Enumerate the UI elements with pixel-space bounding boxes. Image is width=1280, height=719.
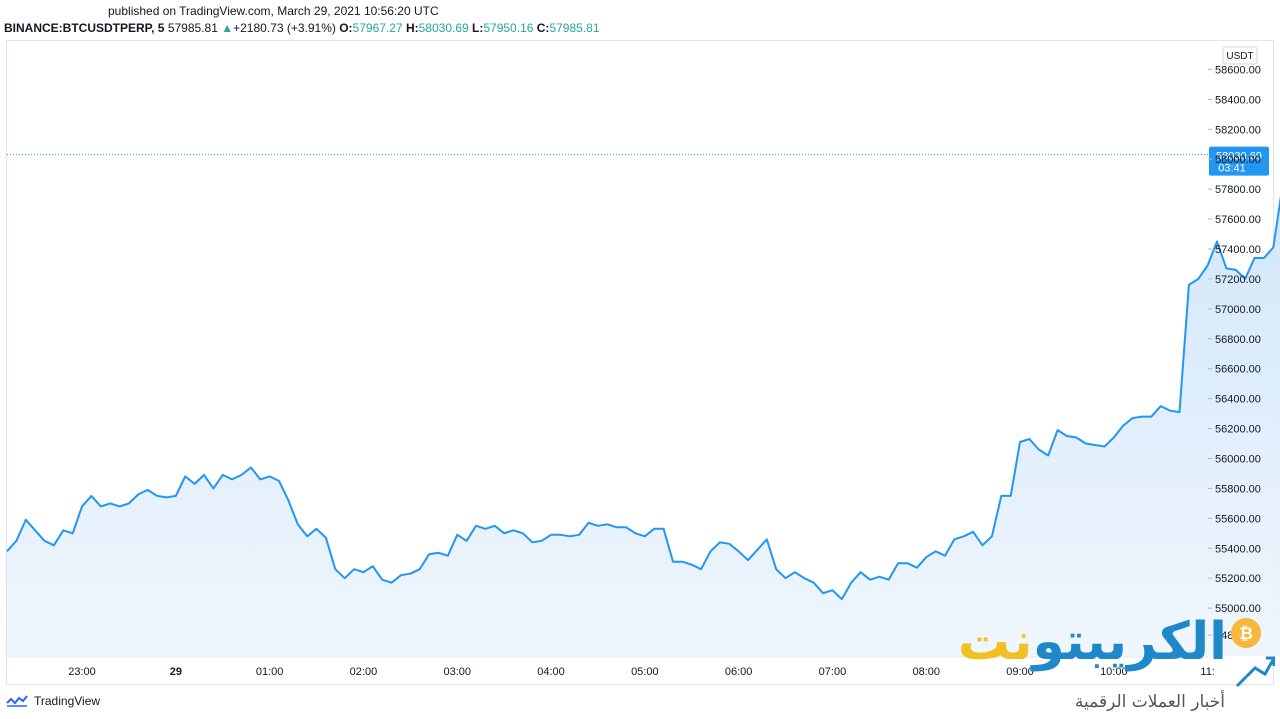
y-tick-label: 57600.00 (1215, 214, 1261, 226)
x-tick-label: 23:00 (68, 666, 96, 678)
y-tick-label: 56200.00 (1215, 424, 1261, 436)
y-tick-label: 55400.00 (1215, 543, 1261, 555)
watermark-logo: الكريبتونت ₿ أخبار العملات الرقمية (935, 612, 1275, 718)
brand-name: TradingView (34, 694, 101, 708)
y-tick-label: 55600.00 (1215, 513, 1261, 525)
trend-arrow-icon (1235, 656, 1275, 688)
y-tick-label: 58000.00 (1215, 154, 1261, 166)
y-tick-label: 58200.00 (1215, 124, 1261, 136)
x-tick-label: 01:00 (256, 666, 284, 678)
x-tick-label: 03:00 (443, 666, 471, 678)
tradingview-logo-icon (6, 695, 28, 707)
y-tick-label: 56400.00 (1215, 394, 1261, 406)
svg-text:₿: ₿ (1239, 624, 1253, 644)
x-tick-label: 29 (170, 666, 182, 678)
y-tick-label: 56800.00 (1215, 334, 1261, 346)
bitcoin-coin-icon: ₿ (1231, 618, 1261, 648)
y-tick-label: 57400.00 (1215, 244, 1261, 256)
currency-label: USDT (1226, 51, 1253, 62)
x-tick-label: 07:00 (819, 666, 847, 678)
y-tick-label: 55200.00 (1215, 573, 1261, 585)
y-tick-label: 55800.00 (1215, 483, 1261, 495)
x-tick-label: 05:00 (631, 666, 659, 678)
y-tick-label: 57200.00 (1215, 274, 1261, 286)
y-tick-label: 57000.00 (1215, 304, 1261, 316)
y-tick-label: 58600.00 (1215, 64, 1261, 76)
y-tick-label: 56600.00 (1215, 364, 1261, 376)
y-tick-label: 57800.00 (1215, 184, 1261, 196)
footer-brand: TradingView (6, 694, 100, 708)
price-area (7, 202, 1280, 656)
y-tick-label: 56000.00 (1215, 453, 1261, 465)
y-tick-label: 58400.00 (1215, 94, 1261, 106)
x-tick-label: 06:00 (725, 666, 753, 678)
x-tick-label: 04:00 (537, 666, 565, 678)
watermark-subtitle: أخبار العملات الرقمية (1074, 692, 1225, 712)
x-tick-label: 02:00 (350, 666, 378, 678)
watermark-title: الكريبتونت (957, 612, 1227, 672)
